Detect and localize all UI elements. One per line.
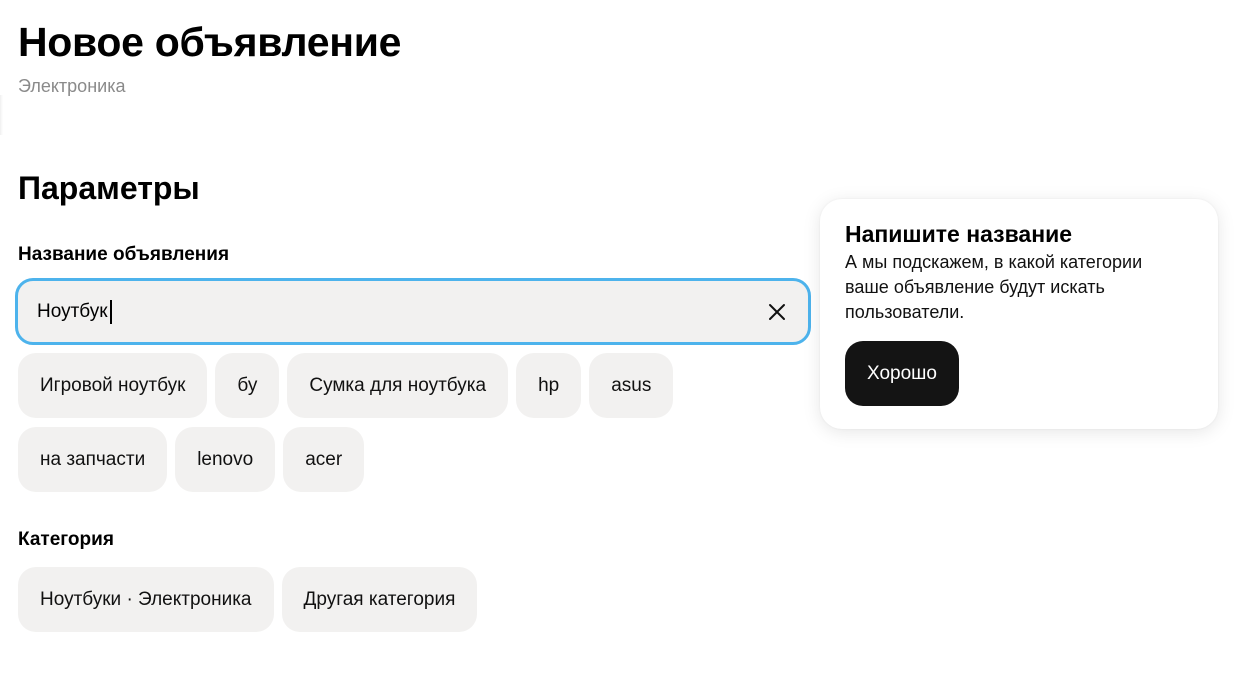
suggestion-chip[interactable]: на запчасти <box>18 427 168 492</box>
category-option-laptops[interactable]: Ноутбуки · Электроника <box>18 567 274 632</box>
title-input[interactable] <box>37 281 737 342</box>
suggestion-chip[interactable]: lenovo <box>175 427 276 492</box>
category-field-label: Категория <box>18 529 114 550</box>
clear-input-button[interactable] <box>764 299 790 325</box>
title-suggestions-row-1: Игровой ноутбук бу Сумка для ноутбука hp… <box>18 353 674 418</box>
hint-title: Напишите название <box>845 221 1073 247</box>
suggestion-chip[interactable]: acer <box>283 427 365 492</box>
suggestion-chip[interactable]: Игровой ноутбук <box>18 353 208 418</box>
close-icon <box>769 304 785 320</box>
sidebar-edge <box>0 95 3 135</box>
category-option-other[interactable]: Другая категория <box>281 567 478 632</box>
category-options: Ноутбуки · Электроника Другая категория <box>18 567 478 632</box>
hint-text: А мы подскажем, в какой категории ваше о… <box>845 252 1143 322</box>
page-subtitle-category: Электроника <box>18 76 126 96</box>
suggestion-chip[interactable]: Сумка для ноутбука <box>287 353 509 418</box>
text-caret <box>110 300 112 324</box>
title-input-container <box>15 278 811 345</box>
title-suggestions-row-2: на запчасти lenovo acer <box>18 427 365 492</box>
suggestion-chip[interactable]: asus <box>589 353 674 418</box>
page-title: Новое объявление <box>18 19 402 65</box>
section-title-parameters: Параметры <box>18 170 200 206</box>
title-field-label: Название объявления <box>18 244 230 265</box>
suggestion-chip[interactable]: hp <box>516 353 582 418</box>
suggestion-chip[interactable]: бу <box>215 353 280 418</box>
hint-popover: Напишите название А мы подскажем, в како… <box>820 199 1218 429</box>
ok-button[interactable]: Хорошо <box>845 341 959 406</box>
